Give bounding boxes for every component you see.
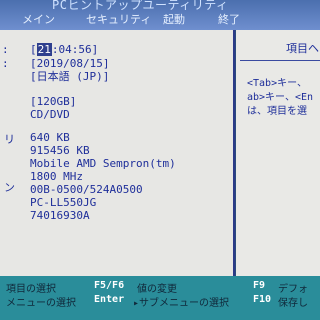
bios-version-value: 00B-0500/524A0500	[30, 183, 143, 196]
date-label-colon: :	[2, 57, 9, 70]
key-desc-select-menu: メニューの選択	[6, 298, 76, 309]
cpu-name-value: Mobile AMD Sempron(tm)	[30, 157, 176, 170]
system-time-field[interactable]: [21:04:56]	[30, 43, 98, 56]
tab-security[interactable]: セキュリティ	[86, 11, 151, 27]
tab-exit[interactable]: 終了	[218, 11, 240, 27]
key-enter: Enter	[94, 294, 125, 305]
language-field[interactable]: [日本語 (JP)]	[30, 70, 109, 83]
memory-label-partial: リ	[4, 133, 15, 146]
optical-drive-field[interactable]: CD/DVD	[30, 108, 70, 121]
version-label-partial: ン	[4, 181, 15, 194]
key-desc-defaults: デフォ	[278, 284, 308, 295]
system-memory-value: 640 KB	[30, 131, 70, 144]
key-desc-change-value: 値の変更	[137, 284, 177, 295]
help-divider	[240, 60, 320, 61]
key-f9: F9	[253, 280, 266, 291]
help-line: ab>キー、<En	[247, 92, 314, 103]
key-f10: F10	[253, 294, 272, 305]
key-desc-submenu: ▸サブメニューの選択	[133, 298, 230, 309]
help-panel	[236, 30, 320, 276]
time-label-colon: :	[2, 43, 9, 56]
menu-bar: PCヒントアップユーティリティ メイン セキュリティ 起動 終了	[0, 0, 320, 30]
system-date-field[interactable]: [2019/08/15]	[30, 57, 109, 70]
tab-boot[interactable]: 起動	[163, 11, 185, 27]
model-value: PC-LL550JG	[30, 196, 97, 209]
key-desc-select-item: 項目の選択	[6, 284, 56, 295]
drive-field[interactable]: [120GB]	[30, 95, 76, 108]
cpu-speed-value: 1800 MHz	[30, 170, 83, 183]
help-line: は、項目を選	[247, 106, 307, 117]
time-hour-selected[interactable]: 21	[36, 43, 52, 56]
key-f5-f6: F5/F6	[94, 280, 125, 291]
tab-main[interactable]: メイン	[22, 11, 55, 27]
extended-memory-value: 915456 KB	[30, 144, 90, 157]
serial-value: 74016930A	[30, 209, 90, 222]
key-desc-save: 保存し	[278, 298, 308, 309]
help-line: <Tab>キー、	[247, 78, 308, 89]
help-title: 項目ヘ	[286, 42, 319, 55]
time-rest: :04:56]	[51, 43, 99, 56]
